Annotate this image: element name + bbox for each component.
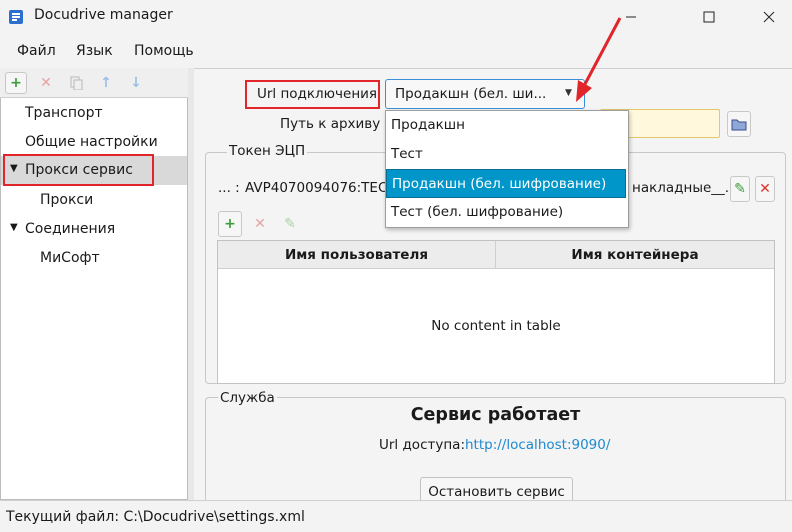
service-url-link[interactable]: http://localhost:9090/ [465,437,610,453]
tree-item-general-settings[interactable]: Общие настройки [25,128,158,157]
column-header-container[interactable]: Имя контейнера [496,241,774,269]
dropdown-option-test[interactable]: Тест [386,140,626,169]
folder-icon [731,119,747,131]
arrow-down-icon: ↓ [130,75,142,91]
column-header-username[interactable]: Имя пользователя [218,241,496,269]
tree-toolbar [0,68,188,98]
current-file-status: Текущий файл: C:\Docudrive\settings.xml [6,509,305,525]
maximize-button[interactable] [686,0,732,34]
browse-folder-button[interactable] [727,111,751,137]
dropdown-option-production[interactable]: Продакшн [386,111,626,140]
menu-language[interactable]: Язык [76,43,113,59]
service-legend: Служба [218,390,277,406]
plus-icon: + [224,216,236,232]
url-combobox[interactable]: Продакшн (бел. ши... ▼ [385,79,585,109]
token-row-value: AVP4070094076:ТЕСТ [245,180,396,196]
maximize-icon [703,11,715,23]
table-empty-placeholder: No content in table [431,318,561,334]
service-url-label: Url доступа: [379,437,465,453]
delete-icon: ✕ [759,181,771,197]
dropdown-option-test-by-encryption[interactable]: Тест (бел. шифрование) [386,198,626,227]
token-edit-button[interactable]: ✎ [730,176,750,202]
token-delete-button[interactable]: ✕ [755,176,775,202]
url-combobox-value: Продакшн (бел. ши... [395,86,547,102]
archive-label: Путь к архиву [280,116,381,132]
menu-file[interactable]: Файл [17,43,56,59]
tree-move-down-button[interactable]: ↓ [125,72,147,94]
tree-add-button[interactable]: + [5,72,27,94]
minimize-icon [626,16,636,18]
delete-icon: ✕ [40,75,52,91]
tree-expand-connections-icon[interactable]: ▼ [10,222,18,233]
service-status: Сервис работает [410,405,581,425]
app-icon [9,10,23,24]
plus-icon: + [10,75,22,91]
tree-item-transport[interactable]: Транспорт [25,99,103,128]
menu-bar [0,34,792,68]
window-title: Docudrive manager [34,7,173,23]
arrow-up-icon: ↑ [100,75,112,91]
pencil-icon: ✎ [734,181,746,197]
token-row-prefix: ... : [218,180,240,196]
url-label-highlight-box [245,80,380,109]
user-edit-button[interactable]: ✎ [278,211,302,237]
tree-item-connections[interactable]: Соединения [25,215,115,244]
close-icon [763,11,775,23]
tree-copy-button[interactable] [65,72,87,94]
tree-delete-button[interactable]: ✕ [35,72,57,94]
delete-icon: ✕ [254,216,266,232]
proxy-service-highlight-box [3,154,154,186]
tree-item-misoft[interactable]: МиСофт [40,244,100,273]
dropdown-option-production-by-encryption[interactable]: Продакшн (бел. шифрование) [386,169,626,198]
tree-move-up-button[interactable]: ↑ [95,72,117,94]
pencil-icon: ✎ [284,216,296,232]
tree-item-proxy[interactable]: Прокси [40,186,93,215]
copy-icon [70,76,83,90]
token-legend: Токен ЭЦП [227,143,308,159]
annotation-arrow [576,17,622,102]
user-add-button[interactable]: + [218,211,242,237]
user-delete-button[interactable]: ✕ [248,211,272,237]
token-row-suffix: накладные__... [632,180,738,196]
menu-help[interactable]: Помощь [134,43,194,59]
close-button[interactable] [746,0,792,34]
